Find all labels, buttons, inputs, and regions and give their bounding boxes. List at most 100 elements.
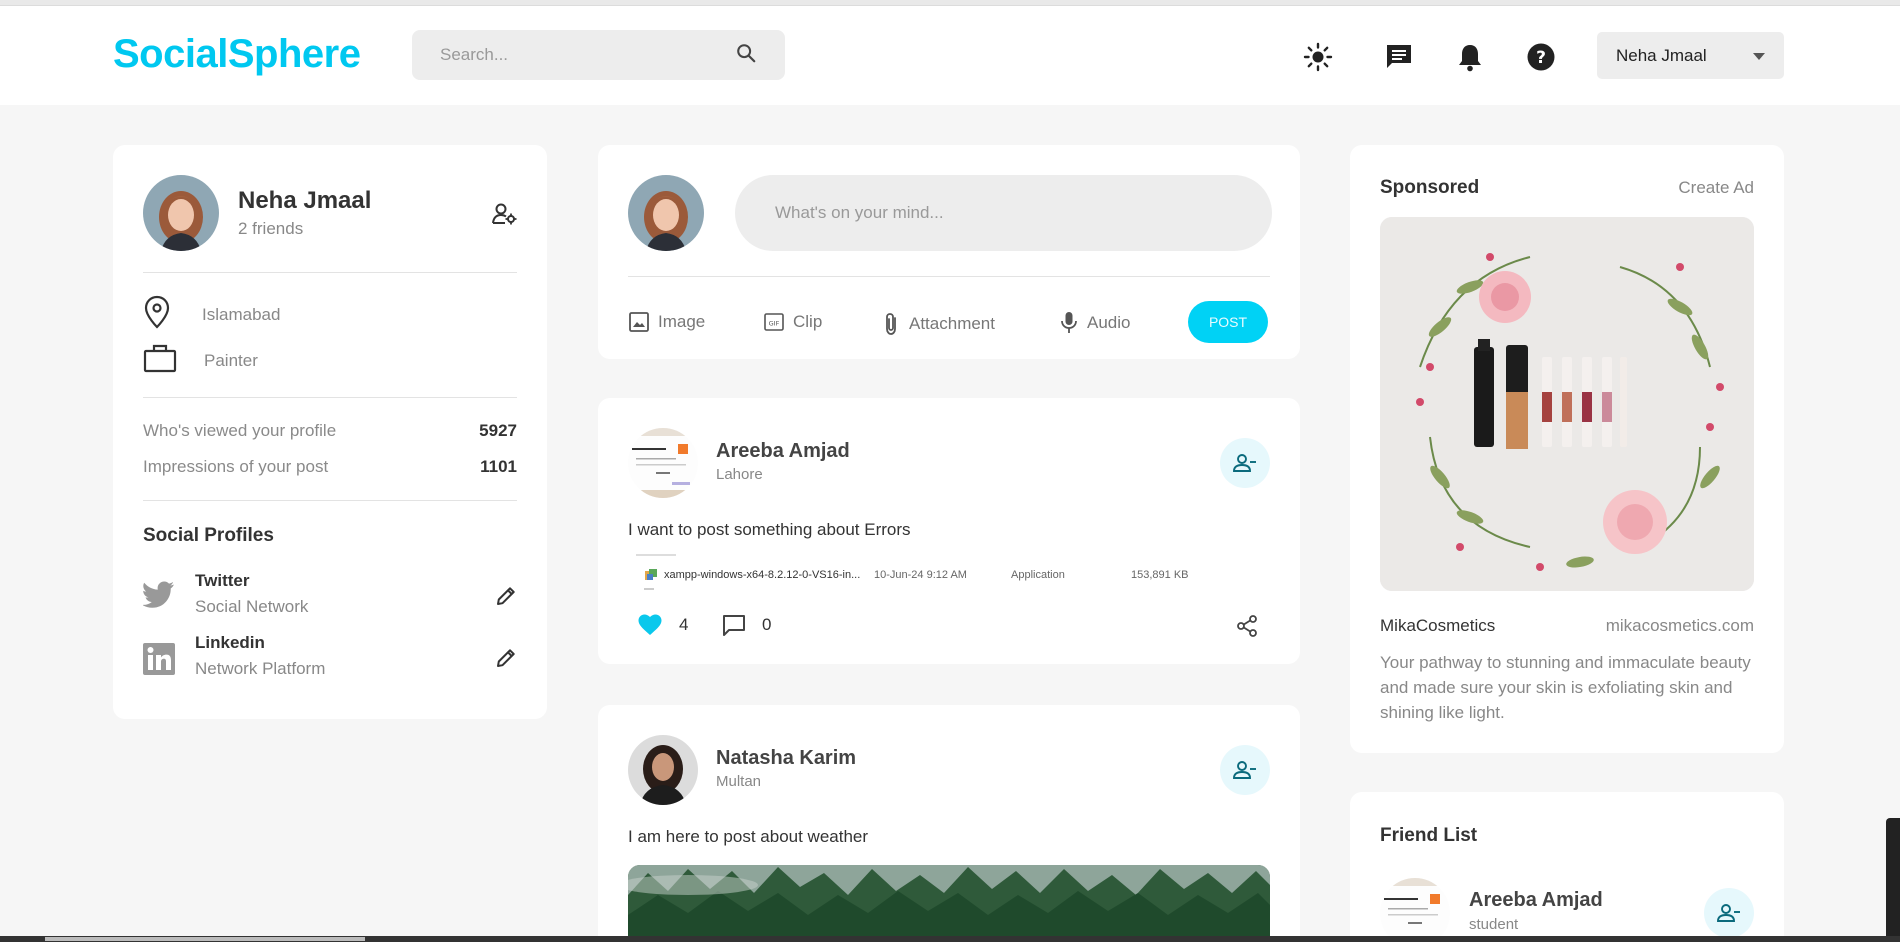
create-ad-link[interactable]: Create Ad — [1678, 178, 1754, 198]
tool-label: Clip — [793, 312, 823, 331]
divider — [143, 272, 517, 273]
social-profiles-title: Social Profiles — [143, 525, 274, 546]
installer-file-icon — [645, 569, 657, 580]
side-widget-strip[interactable] — [1886, 818, 1900, 936]
ad-brand-name[interactable]: MikaCosmetics — [1380, 616, 1495, 636]
social-name[interactable]: Linkedin — [195, 633, 265, 653]
social-type: Network Platform — [195, 659, 326, 678]
attachment-type: Application — [1011, 569, 1065, 581]
linkedin-icon — [143, 643, 175, 680]
user-dropdown-label: Neha Jmaal — [1616, 45, 1707, 65]
gif-icon: GIF — [764, 313, 784, 331]
stat-label: Impressions of your post — [143, 457, 329, 476]
ad-description: Your pathway to stunning and immaculate … — [1380, 653, 1751, 722]
post-text: I want to post something about Errors — [628, 520, 911, 539]
remove-friend-button[interactable] — [1220, 438, 1270, 488]
attachment-size: 153,891 KB — [1131, 569, 1189, 581]
stat-value: 1101 — [480, 457, 517, 476]
like-button[interactable]: 4 — [638, 614, 688, 636]
profile-card: Neha Jmaal 2 friends Islamabad Painter W… — [113, 145, 547, 719]
clip-upload-button[interactable]: GIF Clip — [763, 311, 822, 333]
post-card: Areeba Amjad Lahore I want to post somet… — [598, 398, 1300, 664]
scrollbar-thumb[interactable] — [45, 937, 365, 941]
comment-button[interactable]: 0 — [722, 614, 771, 636]
social-type: Social Network — [195, 597, 309, 616]
location-row: Islamabad — [143, 295, 280, 334]
social-item-linkedin: Linkedin Network Platform — [143, 633, 517, 683]
audio-button[interactable]: Audio — [1059, 311, 1130, 335]
light-mode-icon[interactable] — [1303, 42, 1333, 72]
sponsored-ad-image[interactable] — [1380, 217, 1754, 591]
edit-pencil-icon[interactable] — [495, 585, 517, 612]
profile-name[interactable]: Neha Jmaal — [238, 187, 371, 215]
notifications-bell-icon[interactable] — [1455, 42, 1485, 72]
friend-avatar[interactable] — [1380, 878, 1450, 942]
post-image-forest[interactable] — [628, 865, 1270, 942]
briefcase-icon — [143, 343, 177, 378]
post-author-location: Multan — [716, 773, 762, 790]
comments-count: 0 — [762, 615, 772, 634]
app-logo[interactable]: SocialSphere — [113, 32, 361, 77]
attachment-button[interactable]: Attachment — [881, 311, 995, 337]
paperclip-icon — [886, 313, 896, 335]
tool-label: Audio — [1087, 313, 1131, 332]
post-author-name[interactable]: Natasha Karim — [716, 747, 856, 770]
sponsored-title: Sponsored — [1380, 177, 1480, 198]
friend-subtitle: student — [1469, 916, 1519, 933]
person-remove-icon — [1233, 454, 1256, 472]
svg-text:GIF: GIF — [769, 320, 780, 328]
profile-views-stat: Who's viewed your profile 5927 — [143, 421, 517, 441]
post-attachment-preview[interactable]: xampp-windows-x64-8.2.12-0-VS16-in... 10… — [628, 554, 1268, 590]
person-remove-icon — [1233, 761, 1256, 779]
post-author-location: Lahore — [716, 466, 763, 483]
post-button[interactable]: POST — [1188, 301, 1268, 343]
tool-label: Image — [658, 312, 706, 331]
manage-account-icon[interactable] — [492, 202, 518, 231]
composer-avatar — [628, 175, 704, 251]
messages-icon[interactable] — [1384, 42, 1414, 72]
ad-url[interactable]: mikacosmetics.com — [1606, 616, 1754, 636]
user-dropdown[interactable]: Neha Jmaal — [1597, 32, 1784, 79]
attachment-date: 10-Jun-24 9:12 AM — [874, 569, 967, 581]
post-author-avatar[interactable] — [628, 735, 698, 805]
friend-list-card: Friend List Areeba Amjad student — [1350, 792, 1784, 942]
top-navbar: SocialSphere ? Neha Jmaal — [0, 6, 1900, 105]
edit-pencil-icon[interactable] — [495, 647, 517, 674]
post-composer: What's on your mind... Image GIF Clip At… — [598, 145, 1300, 359]
divider — [143, 397, 517, 398]
likes-count: 4 — [679, 615, 689, 634]
search-input[interactable] — [440, 45, 735, 65]
location-pin-icon — [143, 295, 171, 334]
post-input[interactable]: What's on your mind... — [735, 175, 1272, 251]
divider — [628, 276, 1270, 277]
occupation-text: Painter — [204, 350, 258, 370]
stat-label: Who's viewed your profile — [143, 421, 337, 440]
remove-friend-button[interactable] — [1704, 888, 1754, 938]
search-icon[interactable] — [735, 42, 757, 69]
share-icon[interactable] — [1235, 614, 1259, 643]
svg-text:?: ? — [1536, 48, 1546, 68]
social-name[interactable]: Twitter — [195, 571, 249, 591]
help-icon[interactable]: ? — [1526, 42, 1556, 72]
occupation-row: Painter — [143, 343, 258, 378]
image-upload-button[interactable]: Image — [628, 311, 705, 333]
twitter-icon — [142, 581, 175, 614]
post-author-name[interactable]: Areeba Amjad — [716, 440, 850, 463]
person-remove-icon — [1717, 904, 1740, 922]
remove-friend-button[interactable] — [1220, 745, 1270, 795]
post-author-avatar[interactable] — [628, 428, 698, 498]
search-bar — [412, 30, 785, 80]
post-card: Natasha Karim Multan I am here to post a… — [598, 705, 1300, 942]
location-text: Islamabad — [202, 304, 281, 324]
friend-name[interactable]: Areeba Amjad — [1469, 889, 1603, 912]
social-item-twitter: Twitter Social Network — [142, 571, 517, 621]
attachment-file-name: xampp-windows-x64-8.2.12-0-VS16-in... — [664, 569, 861, 581]
divider — [143, 500, 517, 501]
stat-value: 5927 — [479, 421, 517, 440]
sponsored-card: Sponsored Create Ad MikaCosmetics mikaco… — [1350, 145, 1784, 753]
profile-avatar[interactable] — [143, 175, 219, 251]
image-icon — [629, 312, 649, 332]
heart-icon — [638, 614, 662, 635]
tool-label: Attachment — [909, 314, 995, 333]
caret-down-icon — [1753, 46, 1765, 66]
